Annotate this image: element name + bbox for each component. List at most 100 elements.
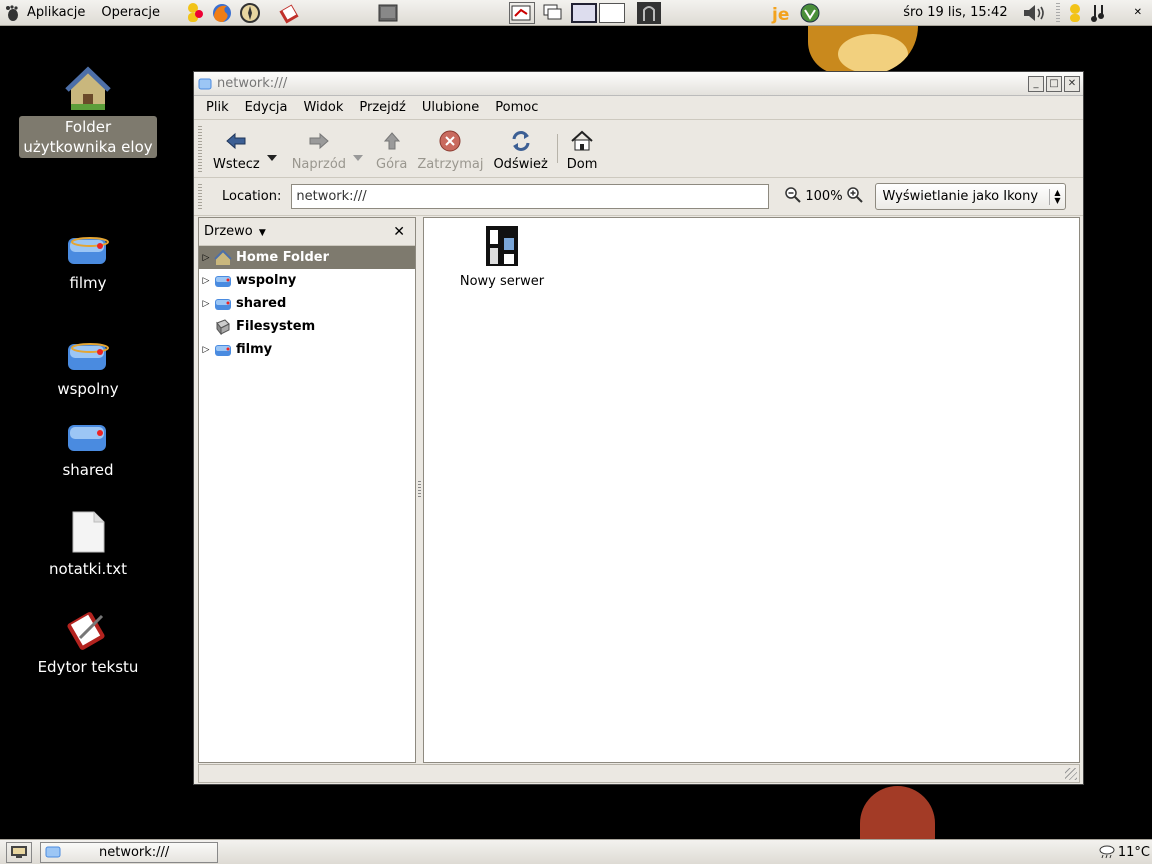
gnome-foot-icon[interactable] — [4, 2, 20, 24]
text-file-icon — [72, 511, 105, 553]
desktop-icon-notatki[interactable]: notatki.txt — [18, 510, 158, 580]
zoom-level[interactable]: 100% — [805, 189, 842, 204]
zoom-out-icon[interactable] — [785, 186, 802, 207]
window-titlebar[interactable]: network:/// _ □ ✕ — [194, 72, 1083, 96]
up-button[interactable]: Góra — [371, 120, 412, 177]
sidebar-type-dropdown[interactable]: Drzewo ▼ — [204, 224, 266, 239]
operations-menu[interactable]: Operacje — [93, 0, 168, 26]
network-server-icon — [486, 226, 518, 266]
file-view[interactable]: Nowy serwer — [423, 217, 1080, 763]
workspace-1[interactable] — [570, 2, 597, 23]
messenger-launcher-icon[interactable] — [183, 2, 205, 24]
back-button[interactable]: Wstecz — [208, 120, 265, 177]
wallpaper-art-bottom — [860, 786, 935, 839]
desktop-icon-label: shared — [62, 461, 114, 479]
spinner-arrows-icon: ▲ ▼ — [1049, 189, 1061, 205]
top-panel: Aplikacje Operacje je śro 19 lis, 15:42 — [0, 0, 1152, 26]
workspace-2[interactable] — [598, 2, 625, 23]
chevron-down-icon: ▼ — [258, 228, 266, 238]
menu-file[interactable]: Plik — [198, 100, 237, 115]
menu-go[interactable]: Przejdź — [351, 100, 413, 115]
wallpaper-art — [808, 26, 918, 74]
windows-stack-icon[interactable] — [541, 2, 567, 24]
desktop-icon-label: filmy — [69, 274, 107, 292]
desktop-icon-home-folder[interactable]: Folder użytkownika eloy — [18, 66, 158, 158]
reload-button[interactable]: Odśwież — [488, 120, 552, 177]
panel-close-icon[interactable]: ✕ — [1134, 7, 1142, 18]
desktop-icon-text-editor[interactable]: Edytor tekstu — [18, 608, 158, 678]
tree-item-wspolny[interactable]: ▷ wspolny — [199, 269, 415, 292]
close-button[interactable]: ✕ — [1064, 75, 1080, 92]
tree-item-shared[interactable]: ▷ shared — [199, 292, 415, 315]
minimize-button[interactable]: _ — [1028, 75, 1044, 92]
antivirus-icon[interactable] — [799, 2, 821, 24]
desktop-icon-filmy[interactable]: filmy — [18, 232, 158, 294]
zoom-in-icon[interactable] — [846, 186, 863, 207]
desktop-icon-wspolny[interactable]: wspolny — [18, 338, 158, 400]
pane-splitter[interactable] — [416, 217, 423, 763]
bottom-panel: network:/// 11°C — [0, 839, 1152, 864]
toolbar-separator — [556, 134, 558, 163]
home-folder-icon — [213, 249, 233, 267]
chevron-down-icon — [353, 154, 364, 161]
file-item-new-server[interactable]: Nowy serwer — [452, 224, 552, 289]
tree-item-home-folder[interactable]: ▷ Home Folder — [199, 246, 415, 269]
menu-edit[interactable]: Edycja — [237, 100, 296, 115]
messenger-status-icon[interactable] — [1067, 2, 1083, 24]
menu-bar: Plik Edycja Widok Przejdź Ulubione Pomoc — [194, 96, 1083, 120]
compass-launcher-icon[interactable] — [239, 2, 261, 24]
clock[interactable]: śro 19 lis, 15:42 — [893, 5, 1017, 20]
sidebar-title: Drzewo — [204, 224, 253, 239]
taskbar-item-label: network:/// — [99, 844, 170, 860]
back-history-dropdown[interactable] — [265, 120, 279, 177]
location-input[interactable] — [291, 184, 770, 209]
weather-applet[interactable]: 11°C — [1098, 844, 1150, 860]
forward-button[interactable]: Naprzód — [287, 120, 351, 177]
hard-drive-icon — [213, 318, 233, 336]
stop-button[interactable]: Zatrzymaj — [412, 120, 488, 177]
window-title: network:/// — [217, 76, 288, 91]
text-editor-launcher-icon[interactable] — [279, 2, 301, 24]
music-player-icon[interactable] — [1089, 2, 1109, 24]
reload-label: Odśwież — [493, 157, 548, 172]
stop-label: Zatrzymaj — [417, 157, 484, 172]
network-drive-icon — [68, 425, 106, 451]
expander-icon[interactable]: ▷ — [199, 345, 213, 355]
resize-grip[interactable] — [1065, 768, 1077, 780]
expander-icon[interactable]: ▷ — [199, 276, 213, 286]
tree-item-filesystem[interactable]: Filesystem — [199, 315, 415, 338]
firefox-launcher-icon[interactable] — [211, 2, 233, 24]
forward-history-dropdown[interactable] — [351, 120, 365, 177]
sidebar: Drzewo ▼ ✕ ▷ Home Folder ▷ wspolny ▷ sha… — [198, 217, 416, 763]
terminal-launcher-icon[interactable] — [377, 2, 399, 24]
network-drive-icon — [68, 237, 109, 264]
tree-item-label: filmy — [236, 342, 273, 357]
menu-help[interactable]: Pomoc — [487, 100, 546, 115]
home-label: Dom — [566, 157, 598, 172]
show-desktop-button[interactable] — [6, 841, 32, 863]
sidebar-close-icon[interactable]: ✕ — [393, 224, 405, 240]
applet-tray-icon[interactable] — [636, 1, 661, 24]
menu-bookmarks[interactable]: Ulubione — [414, 100, 487, 115]
home-button[interactable]: Dom — [562, 120, 603, 177]
forward-label: Naprzód — [291, 157, 347, 172]
home-folder-icon — [65, 66, 111, 110]
desktop-icon-shared[interactable]: shared — [18, 419, 158, 481]
sidebar-header: Drzewo ▼ ✕ — [199, 218, 415, 246]
tree-item-filmy[interactable]: ▷ filmy — [199, 338, 415, 361]
taskbar-item-network[interactable]: network:/// — [40, 841, 218, 863]
location-bar: Location: 100% Wyświetlanie jako Ikony ▲… — [194, 178, 1083, 216]
view-mode-select[interactable]: Wyświetlanie jako Ikony ▲ ▼ — [874, 183, 1066, 210]
expander-icon[interactable]: ▷ — [199, 253, 213, 263]
window-icon — [45, 846, 61, 858]
zoom-control: 100% — [785, 186, 863, 207]
java-icon[interactable]: je — [771, 2, 793, 24]
applications-menu[interactable]: Aplikacje — [23, 0, 93, 26]
maximize-button[interactable]: □ — [1046, 75, 1062, 92]
status-bar — [198, 764, 1080, 783]
menu-view[interactable]: Widok — [295, 100, 351, 115]
desktop-icon-label: wspolny — [57, 380, 119, 398]
expander-icon[interactable]: ▷ — [199, 299, 213, 309]
volume-icon[interactable] — [1021, 2, 1049, 24]
window-list-icon[interactable] — [508, 1, 535, 24]
